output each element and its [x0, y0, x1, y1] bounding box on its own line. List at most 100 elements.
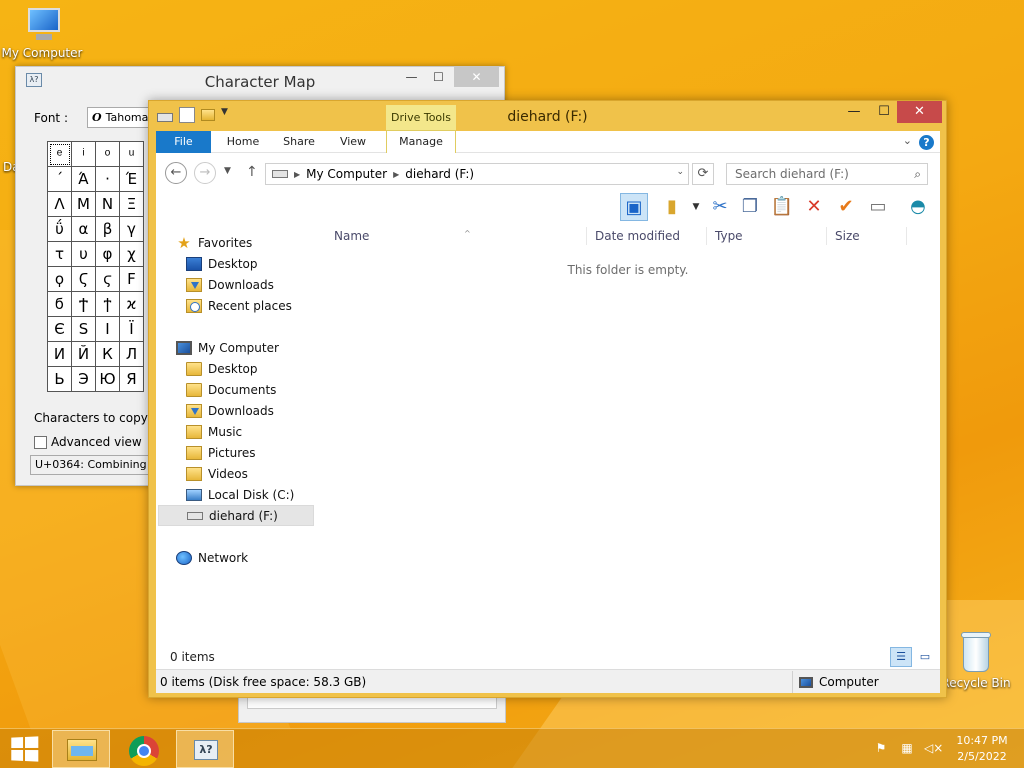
search-icon[interactable]: ⌕ — [914, 164, 921, 184]
nav-downloads[interactable]: Downloads — [186, 401, 274, 421]
column-header-size[interactable]: Size — [835, 229, 860, 247]
breadcrumb-separator-icon[interactable]: ▶ — [393, 170, 399, 179]
clock[interactable]: 10:47 PM 2/5/2022 — [944, 733, 1020, 765]
character-cell[interactable]: γ — [120, 217, 144, 242]
character-cell[interactable]: Й — [72, 342, 96, 367]
character-cell[interactable]: Ю — [96, 367, 120, 392]
nav-documents[interactable]: Documents — [186, 380, 276, 400]
character-cell[interactable]: ͦ — [96, 142, 120, 167]
delete-icon[interactable]: ✕ — [800, 193, 828, 221]
tab-file[interactable]: File — [156, 131, 211, 153]
nav-pictures[interactable]: Pictures — [186, 443, 256, 463]
action-center-flag-icon[interactable]: ⚑ — [872, 740, 890, 756]
character-cell[interactable]: Έ — [120, 167, 144, 192]
taskbar-chrome[interactable] — [114, 730, 172, 768]
tab-view[interactable]: View — [330, 131, 376, 153]
character-cell[interactable]: φ — [96, 242, 120, 267]
character-cell[interactable]: І — [96, 317, 120, 342]
character-cell[interactable]: Ν — [96, 192, 120, 217]
nav-network[interactable]: Network — [176, 548, 248, 568]
search-input[interactable]: Search diehard (F:) ⌕ — [726, 163, 928, 185]
character-cell[interactable]: Ѕ — [72, 317, 96, 342]
close-button[interactable]: ✕ — [454, 67, 499, 87]
character-cell[interactable]: Л — [120, 342, 144, 367]
character-cell[interactable]: Я — [120, 367, 144, 392]
nav-videos[interactable]: Videos — [186, 464, 248, 484]
up-arrow-icon[interactable]: ↑ — [246, 164, 258, 180]
character-cell[interactable]: ϯ — [96, 292, 120, 317]
character-cell[interactable]: Ϛ — [72, 267, 96, 292]
character-cell[interactable]: τ — [48, 242, 72, 267]
preview-pane-icon[interactable]: ▣ — [620, 193, 648, 221]
rename-icon[interactable]: ▭ — [864, 193, 892, 221]
character-cell[interactable]: ΰ — [48, 217, 72, 242]
checkmark-icon[interactable]: ✔ — [832, 193, 860, 221]
advanced-view-option[interactable]: Advanced view — [34, 435, 142, 449]
column-divider[interactable] — [906, 227, 907, 245]
maximize-button[interactable]: ☐ — [869, 101, 899, 123]
nav-fav-recent-places[interactable]: Recent places — [186, 296, 292, 316]
forward-button[interactable]: → — [194, 162, 216, 184]
character-cell[interactable]: ϙ — [48, 267, 72, 292]
character-cell[interactable]: ΄ — [48, 167, 72, 192]
breadcrumb-current[interactable]: diehard (F:) — [405, 167, 474, 181]
character-cell[interactable]: Ϯ — [72, 292, 96, 317]
recent-locations-chevron-icon[interactable]: ▼ — [224, 166, 231, 176]
network-status-icon[interactable]: ▦ — [898, 740, 916, 756]
details-view-icon[interactable]: ☰ — [890, 647, 912, 667]
refresh-button[interactable]: ⟳ — [692, 163, 714, 185]
character-cell[interactable]: ͧ — [120, 142, 144, 167]
paste-icon[interactable]: 📋 — [768, 193, 796, 221]
tab-share[interactable]: Share — [274, 131, 324, 153]
character-cell[interactable]: ϭ — [48, 292, 72, 317]
character-cell[interactable]: ͥ — [72, 142, 96, 167]
column-divider[interactable] — [706, 227, 707, 245]
character-cell[interactable]: α — [72, 217, 96, 242]
character-cell[interactable]: Ь — [48, 367, 72, 392]
nav-diehard-f[interactable]: diehard (F:) — [158, 505, 314, 526]
column-header-type[interactable]: Type — [715, 229, 743, 247]
character-cell[interactable]: Λ — [48, 192, 72, 217]
close-button[interactable]: ✕ — [897, 101, 942, 123]
character-cell[interactable]: К — [96, 342, 120, 367]
character-cell[interactable]: Ξ — [120, 192, 144, 217]
nav-local-disk-c[interactable]: Local Disk (C:) — [186, 485, 294, 505]
column-divider[interactable] — [586, 227, 587, 245]
breadcrumb-separator-icon[interactable]: ▶ — [294, 170, 300, 179]
column-divider[interactable] — [826, 227, 827, 245]
back-button[interactable]: ← — [165, 162, 187, 184]
character-cell[interactable]: ϛ — [96, 267, 120, 292]
nav-my-computer[interactable]: My Computer — [176, 338, 279, 358]
character-cell[interactable]: Є — [48, 317, 72, 342]
large-icons-view-icon[interactable]: ▭ — [914, 647, 936, 667]
nav-fav-downloads[interactable]: Downloads — [186, 275, 274, 295]
character-cell[interactable]: Э — [72, 367, 96, 392]
character-cell[interactable]: υ — [72, 242, 96, 267]
nav-favorites[interactable]: ★ Favorites — [176, 233, 252, 253]
character-cell[interactable]: ͤ — [48, 142, 72, 167]
character-cell[interactable]: · — [96, 167, 120, 192]
address-bar[interactable]: ▶ My Computer ▶ diehard (F:) ⌄ — [265, 163, 689, 185]
character-cell[interactable]: ϰ — [120, 292, 144, 317]
minimize-button[interactable]: — — [839, 101, 869, 123]
character-cell[interactable]: Ά — [72, 167, 96, 192]
copy-icon[interactable]: ❐ — [736, 193, 764, 221]
desktop-icon-my-computer[interactable]: My Computer — [0, 8, 84, 60]
start-button[interactable] — [11, 736, 40, 762]
character-cell[interactable]: β — [96, 217, 120, 242]
volume-muted-icon[interactable]: ◁× — [924, 740, 943, 756]
help-icon[interactable]: ? — [919, 135, 934, 150]
expand-ribbon-chevron-icon[interactable]: ⌄ — [903, 134, 912, 147]
character-cell[interactable]: Ϝ — [120, 267, 144, 292]
breadcrumb-my-computer[interactable]: My Computer — [306, 167, 387, 181]
taskbar-file-explorer[interactable] — [52, 730, 110, 768]
nav-desktop[interactable]: Desktop — [186, 359, 258, 379]
advanced-view-checkbox[interactable] — [34, 435, 47, 449]
column-header-name[interactable]: Name ^ — [334, 229, 471, 247]
column-header-date-modified[interactable]: Date modified — [595, 229, 680, 247]
tab-manage[interactable]: Manage — [386, 131, 456, 153]
cut-icon[interactable]: ✂ — [706, 193, 734, 221]
charmap-titlebar[interactable]: λ? Character Map — ☐ ✕ — [16, 67, 504, 95]
address-dropdown-chevron-icon[interactable]: ⌄ — [676, 167, 684, 177]
character-cell[interactable]: Μ — [72, 192, 96, 217]
